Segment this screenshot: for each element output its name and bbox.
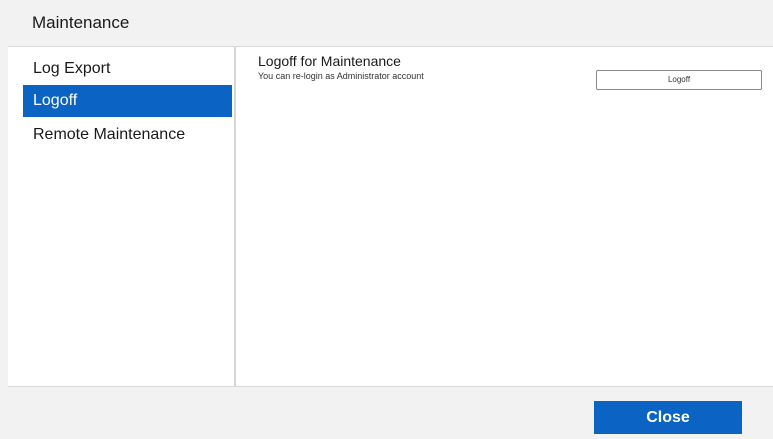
maintenance-dialog: Maintenance Log Export Logoff Remote Mai… [0,0,773,439]
section-title: Logoff for Maintenance [258,53,401,69]
sidebar: Log Export Logoff Remote Maintenance [8,47,236,386]
section-description: You can re-login as Administrator accoun… [258,71,424,81]
sidebar-item-logoff[interactable]: Logoff [23,85,232,117]
footer: Close [0,387,773,439]
close-button[interactable]: Close [594,401,742,434]
dialog-content: Log Export Logoff Remote Maintenance Log… [8,46,773,387]
main-panel: Logoff for Maintenance You can re-login … [236,47,773,386]
title-bar: Maintenance [0,0,773,46]
dialog-title: Maintenance [32,13,130,32]
logoff-button[interactable]: Logoff [596,70,762,90]
sidebar-item-remote-maintenance[interactable]: Remote Maintenance [23,119,232,151]
sidebar-item-log-export[interactable]: Log Export [23,53,232,85]
